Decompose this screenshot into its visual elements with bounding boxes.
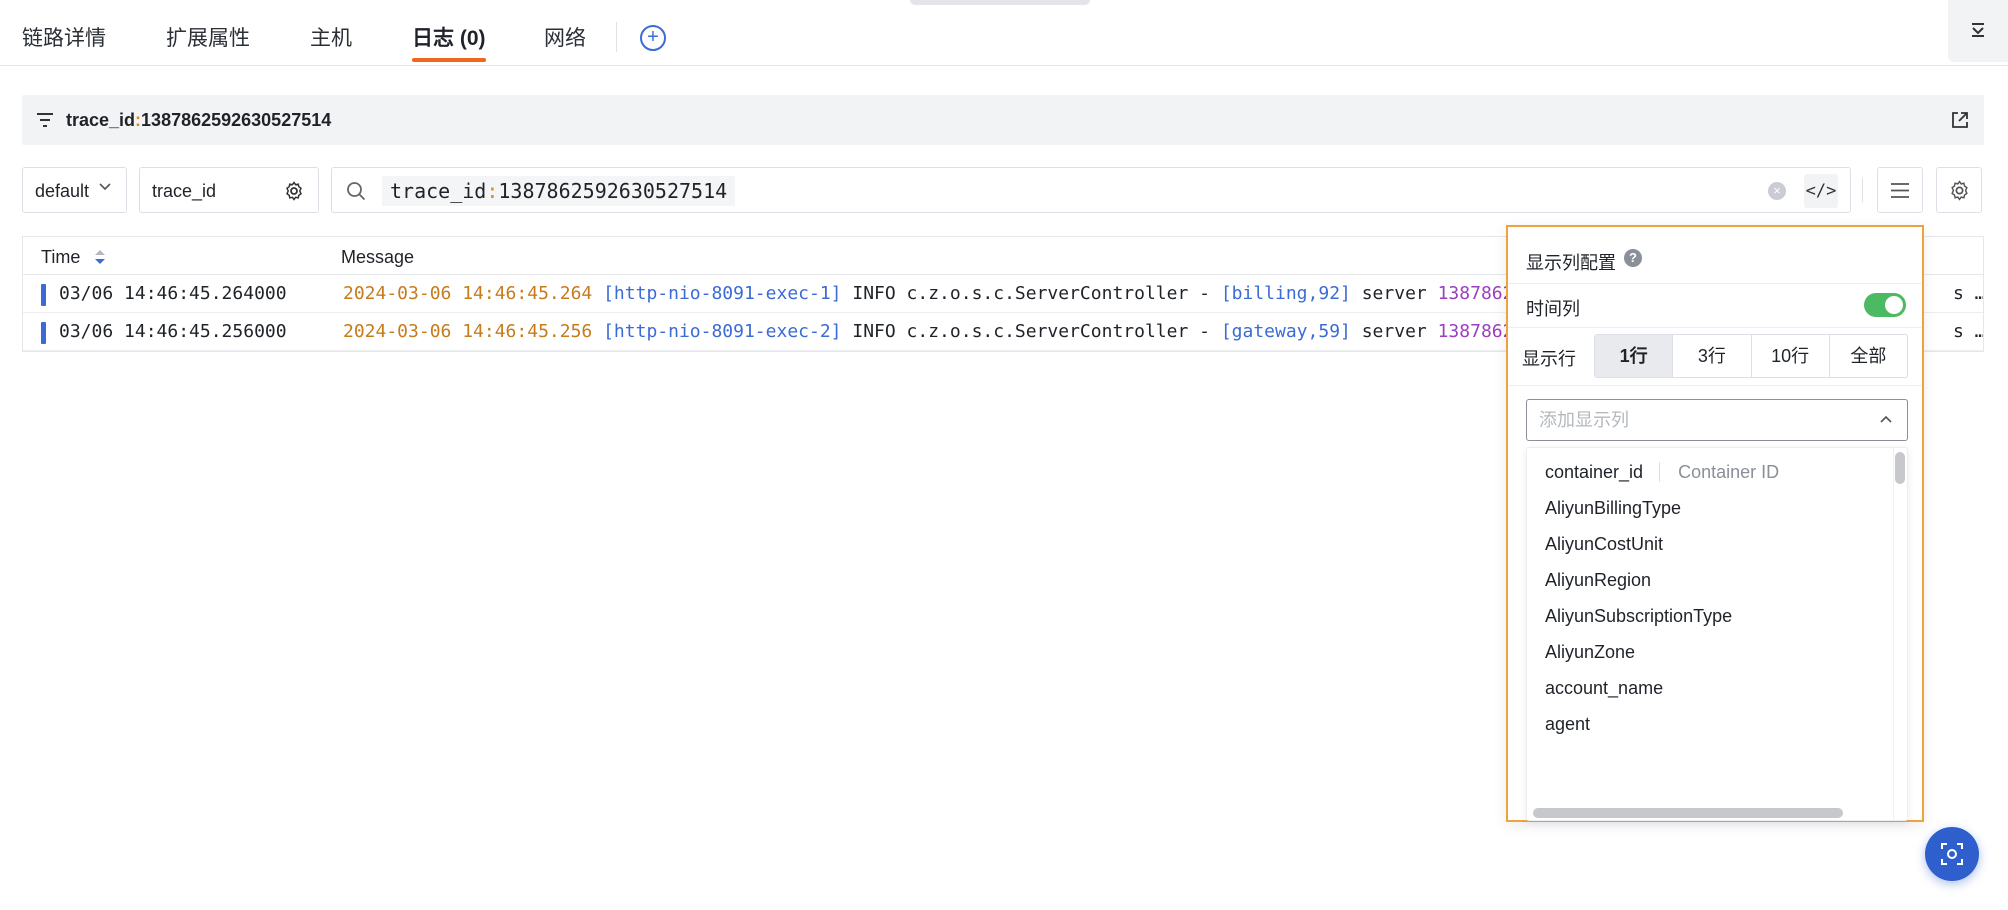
column-config-title: 显示列配置 <box>1526 253 1616 273</box>
menu-lines-icon <box>1891 183 1909 198</box>
display-rows-segmented: 1行 3行 10行 全部 <box>1594 334 1908 378</box>
option-name: AliyunRegion <box>1545 570 1652 590</box>
trace-filter-bar: trace_id:1387862592630527514 <box>22 95 1984 145</box>
divider <box>1508 385 1922 386</box>
option-name: AliyunCostUnit <box>1545 534 1664 554</box>
tab-divider <box>616 22 617 52</box>
filter-icon <box>37 113 53 127</box>
divider <box>1508 327 1922 328</box>
msg-context: [gateway,59] <box>1220 321 1351 342</box>
tab-extended-attributes[interactable]: 扩展属性 <box>166 22 250 64</box>
display-rows-label: 显示行 <box>1522 349 1576 369</box>
add-tab-icon[interactable]: + <box>640 25 666 51</box>
time-column-label: 时间列 <box>1526 299 1580 319</box>
msg-thread: [http-nio-8091-exec-1] <box>603 283 842 304</box>
row-tail: s … <box>1953 283 1983 304</box>
option-name: AliyunBillingType <box>1545 498 1682 518</box>
chevron-down-icon <box>99 183 111 191</box>
search-icon <box>347 182 366 201</box>
dropdown-option[interactable]: AliyunSubscriptionType <box>1545 606 1732 627</box>
log-level-marker <box>41 284 46 306</box>
query-value: 1387862592630527514 <box>498 179 728 203</box>
add-column-select[interactable] <box>1526 399 1908 441</box>
tab-host[interactable]: 主机 <box>310 22 352 64</box>
rows-option-1[interactable]: 1行 <box>1595 335 1673 377</box>
code-mode-button[interactable]: </> <box>1804 174 1838 208</box>
option-name: AliyunZone <box>1545 642 1636 662</box>
option-name: agent <box>1545 714 1591 734</box>
row-time: 03/06 14:46:45.264000 <box>59 283 287 304</box>
divider <box>1508 283 1922 284</box>
option-name: AliyunSubscriptionType <box>1545 606 1733 626</box>
query-separator: : <box>486 179 499 203</box>
add-column-input[interactable] <box>1539 408 1859 432</box>
option-name: container_id <box>1545 462 1644 482</box>
dropdown-option[interactable]: AliyunBillingType <box>1545 498 1681 519</box>
msg-text: server <box>1361 321 1427 342</box>
query-key: trace_id <box>390 179 487 203</box>
gear-icon <box>1951 180 1968 201</box>
dropdown-option[interactable]: AliyunZone <box>1545 642 1635 663</box>
horizontal-scrollbar[interactable] <box>1533 808 1843 818</box>
rows-option-3[interactable]: 3行 <box>1672 335 1750 377</box>
msg-logger: INFO c.z.o.s.c.ServerController - <box>852 321 1210 342</box>
dropdown-option[interactable]: AliyunCostUnit <box>1545 534 1663 555</box>
help-icon[interactable]: ? <box>1624 249 1642 267</box>
trace-field-value: trace_id <box>152 181 217 201</box>
tab-trace-detail[interactable]: 链路详情 <box>22 22 106 64</box>
log-search-input[interactable]: trace_id:1387862592630527514 × </> <box>331 167 1851 213</box>
logstore-select-value: default <box>35 181 90 201</box>
time-column-toggle[interactable] <box>1864 293 1906 317</box>
vertical-scroll-track <box>1893 448 1907 820</box>
screenshot-icon <box>1941 843 1963 865</box>
row-time: 03/06 14:46:45.256000 <box>59 321 287 342</box>
tab-logs[interactable]: 日志 (0) <box>412 22 486 64</box>
column-header-time[interactable]: Time <box>41 247 80 268</box>
open-external-icon[interactable] <box>1950 110 1970 130</box>
option-description: Container ID <box>1659 462 1780 482</box>
collapse-down-icon <box>1972 23 1984 37</box>
dropdown-option[interactable]: container_id Container ID <box>1545 462 1780 483</box>
msg-date: 2024-03-06 14:46:45.256 <box>343 321 593 342</box>
settings-button[interactable] <box>1936 167 1982 213</box>
column-header-message: Message <box>341 247 415 267</box>
gear-icon[interactable] <box>284 181 304 201</box>
msg-thread: [http-nio-8091-exec-2] <box>603 321 842 342</box>
msg-text: server <box>1361 283 1427 304</box>
dropdown-option[interactable]: AliyunRegion <box>1545 570 1651 591</box>
msg-logger: INFO c.z.o.s.c.ServerController - <box>852 283 1210 304</box>
dropdown-option[interactable]: account_name <box>1545 678 1663 699</box>
logstore-select[interactable]: default <box>22 167 127 213</box>
msg-date: 2024-03-06 14:46:45.264 <box>343 283 593 304</box>
toolbar-divider <box>1862 178 1863 202</box>
filter-key: trace_id <box>66 110 136 130</box>
trace-field-select[interactable]: trace_id <box>139 167 319 213</box>
screenshot-button[interactable] <box>1925 827 1979 881</box>
filter-value: 1387862592630527514 <box>141 110 332 130</box>
sort-icon[interactable] <box>95 250 105 264</box>
msg-id: 1387862 <box>1437 321 1514 342</box>
msg-context: [billing,92] <box>1220 283 1351 304</box>
column-config-popover: 显示列配置 ? 时间列 显示行 1行 3行 10行 全部 container_i… <box>1506 225 1924 822</box>
collapse-panel-button[interactable] <box>1948 0 2008 62</box>
clear-icon[interactable]: × <box>1768 182 1786 200</box>
row-tail: s … <box>1953 321 1983 342</box>
rows-option-10[interactable]: 10行 <box>1750 335 1829 377</box>
filter-condition: trace_id:1387862592630527514 <box>66 110 331 131</box>
rows-option-all[interactable]: 全部 <box>1828 335 1907 377</box>
search-query-text[interactable]: trace_id:1387862592630527514 <box>382 176 736 206</box>
column-options-dropdown: container_id Container ID AliyunBillingTy… <box>1526 447 1908 821</box>
option-name: account_name <box>1545 678 1664 698</box>
tab-bar: 链路详情 扩展属性 主机 日志 (0) 网络 + <box>0 0 2008 66</box>
log-level-marker <box>41 322 46 344</box>
tab-network[interactable]: 网络 <box>544 22 586 64</box>
chevron-up-icon[interactable] <box>1879 414 1893 424</box>
vertical-scrollbar[interactable] <box>1895 452 1905 484</box>
msg-id: 1387862 <box>1437 283 1514 304</box>
dropdown-option[interactable]: agent <box>1545 714 1590 735</box>
list-view-button[interactable] <box>1877 167 1923 213</box>
